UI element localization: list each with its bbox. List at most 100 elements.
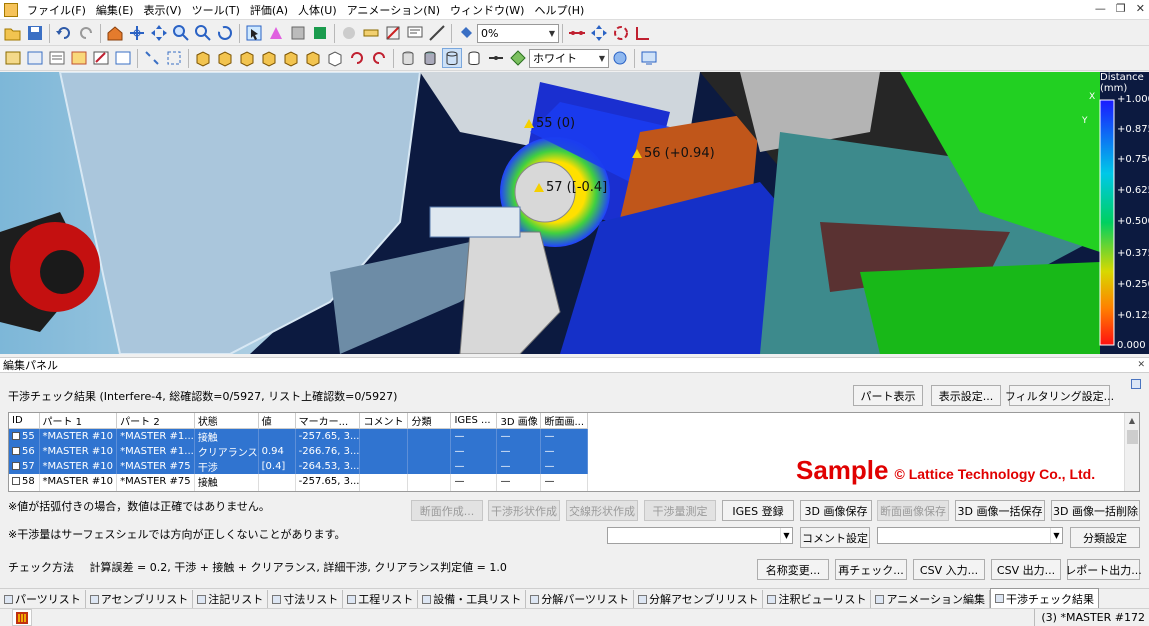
section-icon[interactable] — [383, 23, 403, 43]
rotate-icon[interactable] — [127, 23, 147, 43]
spin-icon[interactable] — [215, 23, 235, 43]
row-checkbox[interactable] — [12, 432, 20, 440]
interference-marker-57[interactable]: 57 ([-0.4] — [534, 180, 607, 195]
view-back-icon[interactable] — [215, 48, 235, 68]
menu-animation[interactable]: アニメーション(N) — [342, 2, 445, 18]
redo-icon[interactable] — [76, 23, 96, 43]
create-interference-shape-button[interactable]: 干渉形状作成 — [488, 500, 560, 521]
view-top-icon[interactable] — [281, 48, 301, 68]
menu-human[interactable]: 人体(U) — [293, 2, 342, 18]
menu-help[interactable]: ヘルプ(H) — [529, 2, 589, 18]
paint-bucket-icon[interactable] — [456, 23, 476, 43]
menu-tools[interactable]: ツール(T) — [187, 2, 245, 18]
table-row[interactable]: 57 *MASTER #10 *MASTER #75 干渉 [0.4] -264.53, … — [9, 459, 589, 474]
interference-marker-55[interactable]: 55 (0) — [524, 116, 575, 131]
tab-interference-results[interactable]: 干渉チェック結果 — [990, 588, 1100, 608]
transparency-select[interactable]: 0% ▼ — [477, 23, 559, 43]
explode-icon[interactable] — [142, 48, 162, 68]
image-icon[interactable] — [25, 48, 45, 68]
table-row[interactable]: 59*MASTER #1...*MASTER #1...干渉[0.28]-213… — [9, 489, 589, 491]
tab-animation-edit[interactable]: アニメーション編集 — [871, 590, 991, 608]
3d-viewport[interactable]: 55 (0) 56 (+0.94) 57 ([-0.4] Distance (m… — [0, 72, 1149, 354]
column-header[interactable]: マーカー... — [295, 413, 361, 429]
column-header[interactable]: パート 2 — [116, 413, 195, 429]
save-section-image-button[interactable]: 断面画像保存 — [877, 500, 949, 521]
measure-icon[interactable] — [361, 23, 381, 43]
annotate-icon[interactable] — [405, 23, 425, 43]
part-color-icon[interactable] — [310, 23, 330, 43]
tab-exploded-assembly-list[interactable]: 分解アセンブリリスト — [634, 590, 764, 608]
export-icon[interactable] — [69, 48, 89, 68]
show-part-button[interactable]: パート表示 — [853, 385, 923, 406]
display-settings-button[interactable]: 表示設定... — [931, 385, 1001, 406]
save-3d-image-button[interactable]: 3D 画像保存 — [800, 500, 872, 521]
view-left-icon[interactable] — [237, 48, 257, 68]
table-row[interactable]: 58 *MASTER #10 *MASTER #75 接触 -257.65, 3... —… — [9, 474, 589, 489]
rotate-right-icon[interactable] — [369, 48, 389, 68]
tab-annotation-view-list[interactable]: 注釈ビューリスト — [763, 590, 872, 608]
zoom-fit-icon[interactable] — [193, 23, 213, 43]
tab-note-list[interactable]: 注記リスト — [193, 590, 269, 608]
wireframe-icon[interactable] — [442, 48, 462, 68]
category-select[interactable]: ▼ — [877, 527, 1063, 544]
column-header[interactable]: IGES ... — [450, 413, 498, 429]
select-icon[interactable] — [244, 23, 264, 43]
sphere-icon[interactable] — [339, 23, 359, 43]
tab-dimension-list[interactable]: 寸法リスト — [268, 590, 344, 608]
hidden-line-icon[interactable] — [464, 48, 484, 68]
view-right-icon[interactable] — [259, 48, 279, 68]
undo-icon[interactable] — [54, 23, 74, 43]
view-bottom-icon[interactable] — [303, 48, 323, 68]
pan-icon[interactable] — [149, 23, 169, 43]
column-header[interactable]: 分類 — [407, 413, 452, 429]
tab-equipment-list[interactable]: 設備・工具リスト — [418, 590, 527, 608]
category-settings-button[interactable]: 分類設定 — [1070, 527, 1140, 548]
menu-view[interactable]: 表示(V) — [138, 2, 186, 18]
tab-parts-list[interactable]: パーツリスト — [0, 590, 86, 608]
comment-settings-button[interactable]: コメント設定 — [800, 527, 870, 548]
measure-interference-button[interactable]: 干渉量測定 — [644, 500, 716, 521]
shade-icon[interactable] — [398, 48, 418, 68]
save-icon[interactable] — [25, 23, 45, 43]
panel-options-icon[interactable] — [1131, 379, 1141, 389]
layout-icon[interactable] — [113, 48, 133, 68]
recheck-button[interactable]: 再チェック... — [835, 559, 907, 580]
column-header[interactable]: 3D 画像 — [496, 413, 542, 429]
scroll-up-icon[interactable]: ▲ — [1125, 413, 1139, 428]
tab-process-list[interactable]: 工程リスト — [343, 590, 419, 608]
move-icon[interactable] — [589, 23, 609, 43]
row-checkbox[interactable] — [12, 462, 20, 470]
column-header[interactable]: 断面画... — [540, 413, 589, 429]
create-intersection-shape-button[interactable]: 交線形状作成 — [566, 500, 638, 521]
zoom-icon[interactable] — [171, 23, 191, 43]
tab-exploded-parts-list[interactable]: 分解パーツリスト — [526, 590, 635, 608]
panel-icon[interactable] — [3, 48, 23, 68]
column-header[interactable]: コメント — [359, 413, 409, 429]
row-checkbox[interactable] — [12, 447, 20, 455]
fit-all-icon[interactable] — [164, 48, 184, 68]
menu-evaluate[interactable]: 評価(A) — [245, 2, 293, 18]
restore-icon[interactable]: ❐ — [1116, 2, 1126, 15]
tab-assembly-list[interactable]: アセンブリリスト — [86, 590, 194, 608]
rename-button[interactable]: 名称変更... — [757, 559, 829, 580]
comment-select[interactable]: ▼ — [607, 527, 793, 544]
batch-save-3d-image-button[interactable]: 3D 画像一括保存 — [955, 500, 1045, 521]
column-header[interactable]: ID — [9, 413, 40, 429]
close-icon[interactable]: ✕ — [1137, 360, 1145, 370]
report-export-button[interactable]: レポート出力... — [1065, 559, 1142, 580]
csv-export-button[interactable]: CSV 出力... — [991, 559, 1061, 580]
table-row[interactable]: 56 *MASTER #10 *MASTER #1... クリアランス 0.94 -266… — [9, 444, 589, 459]
light-icon[interactable] — [610, 48, 630, 68]
dimension-icon[interactable] — [427, 23, 447, 43]
menu-edit[interactable]: 編集(E) — [91, 2, 139, 18]
column-header[interactable]: 値 — [258, 413, 296, 429]
edge-icon[interactable] — [486, 48, 506, 68]
create-section-button[interactable]: 断面作成... — [411, 500, 483, 521]
markup-icon[interactable] — [91, 48, 111, 68]
iges-register-button[interactable]: IGES 登録 — [722, 500, 794, 521]
minimize-icon[interactable]: — — [1095, 2, 1106, 15]
column-header[interactable]: 状態 — [194, 413, 259, 429]
rotate-left-icon[interactable] — [347, 48, 367, 68]
hide-icon[interactable] — [288, 23, 308, 43]
row-checkbox[interactable] — [12, 477, 20, 485]
